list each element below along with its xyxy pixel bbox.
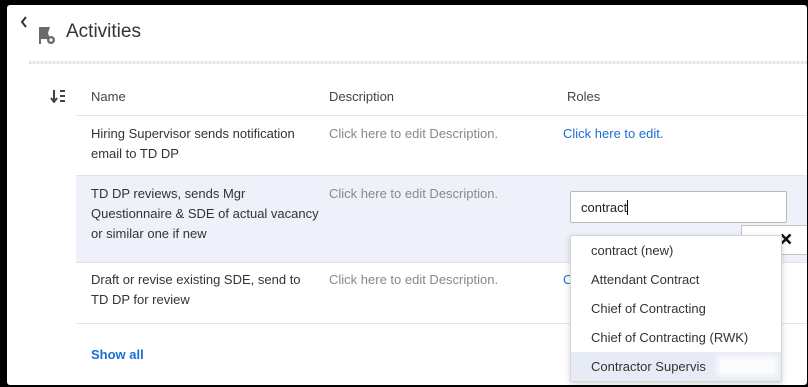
column-header-roles[interactable]: Roles [567, 89, 600, 104]
suggestion-item[interactable]: Attendant Contract [571, 265, 781, 294]
activity-description[interactable]: Click here to edit Description. [329, 184, 498, 204]
activity-settings-icon [39, 27, 55, 44]
edit-roles-link[interactable]: Click here to edit. [563, 124, 663, 144]
activity-description[interactable]: Click here to edit Description. [329, 124, 498, 144]
column-header-name[interactable]: Name [91, 89, 126, 104]
show-all-link[interactable]: Show all [91, 347, 144, 362]
roles-input-value: contract [581, 200, 628, 215]
chevron-left-icon[interactable] [19, 15, 29, 29]
activity-name[interactable]: Hiring Supervisor sends notification ema… [91, 124, 321, 164]
header-divider [29, 61, 807, 64]
redaction-blur [717, 356, 777, 376]
activity-name[interactable]: Draft or revise existing SDE, send to TD… [91, 270, 321, 310]
column-header-description[interactable]: Description [329, 89, 394, 104]
activity-description[interactable]: Click here to edit Description. [329, 270, 498, 290]
suggestion-item[interactable]: Chief of Contracting [571, 294, 781, 323]
sort-order-icon[interactable] [50, 89, 66, 103]
activity-name[interactable]: TD DP reviews, sends Mgr Questionnaire &… [91, 184, 321, 244]
suggestion-item[interactable]: contract (new) [571, 236, 781, 265]
roles-search-input[interactable]: contract [570, 191, 787, 223]
header-row-divider [76, 115, 807, 116]
text-caret [627, 200, 629, 215]
activities-panel: Activities Name Description Roles Hiring… [7, 5, 807, 385]
panel-header: Activities [7, 5, 807, 61]
suggestion-item[interactable]: Chief of Contracting (RWK) [571, 323, 781, 352]
page-title: Activities [66, 21, 141, 42]
